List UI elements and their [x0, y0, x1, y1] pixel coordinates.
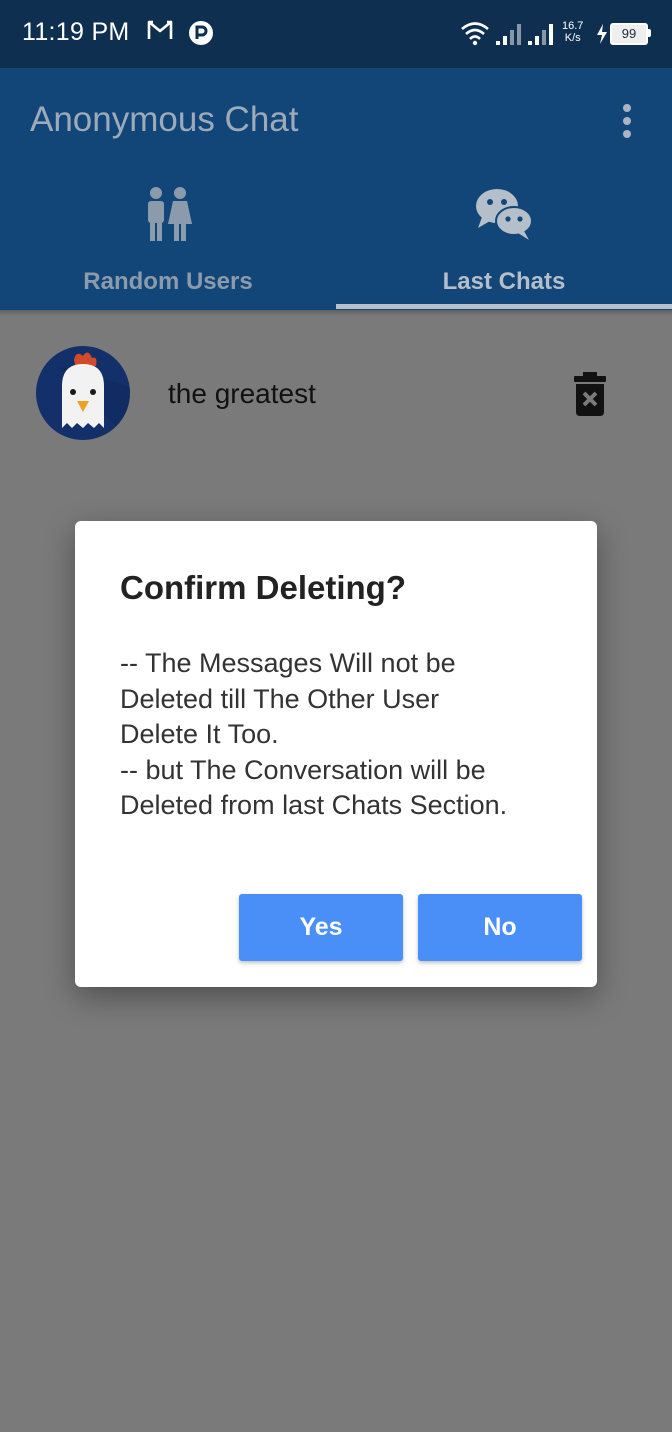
gmail-notification-icon — [147, 20, 173, 39]
selected-tab-indicator — [336, 304, 672, 309]
dialog-message: -- The Messages Will not be Deleted till… — [120, 648, 508, 820]
network-speed-unit: K/s — [564, 32, 581, 44]
status-time: 11:19 PM — [22, 18, 130, 46]
chicken-avatar-icon — [56, 352, 130, 440]
no-button[interactable]: No — [418, 894, 582, 961]
network-speed-value: 16.7 — [562, 20, 584, 32]
signal-icon-sim1 — [496, 24, 521, 45]
chat-name: the greatest — [168, 378, 316, 409]
tab-random-users-label: Random Users — [83, 268, 253, 295]
wechat-icon — [476, 189, 533, 240]
battery-tip — [648, 29, 651, 37]
tab-last-chats[interactable]: Last Chats — [336, 178, 672, 306]
avatar[interactable] — [36, 346, 130, 440]
battery-level: 99 — [610, 23, 648, 45]
people-icon — [148, 187, 192, 241]
app-title: Anonymous Chat — [30, 100, 299, 139]
app-notification-icon — [189, 21, 213, 45]
wifi-icon — [461, 22, 489, 46]
app-bar: Anonymous Chat Random Users Last Chats — [0, 68, 672, 310]
tab-random-users[interactable]: Random Users — [0, 178, 336, 306]
network-speed: 16.7 K/s — [562, 20, 583, 44]
delete-trash-icon[interactable] — [572, 372, 608, 416]
status-bar: 11:19 PM 16.7 K/s 99 — [0, 0, 672, 68]
yes-button[interactable]: Yes — [239, 894, 403, 961]
chat-list-item[interactable]: the greatest — [0, 340, 672, 450]
signal-icon-sim2 — [528, 24, 553, 45]
confirm-delete-dialog: Confirm Deleting? -- The Messages Will n… — [75, 521, 597, 987]
dialog-title: Confirm Deleting? — [120, 569, 406, 606]
overflow-menu-icon[interactable] — [614, 104, 640, 144]
app-bar-shadow — [0, 310, 672, 316]
charging-bolt-icon — [597, 24, 607, 44]
tab-last-chats-label: Last Chats — [442, 268, 566, 295]
